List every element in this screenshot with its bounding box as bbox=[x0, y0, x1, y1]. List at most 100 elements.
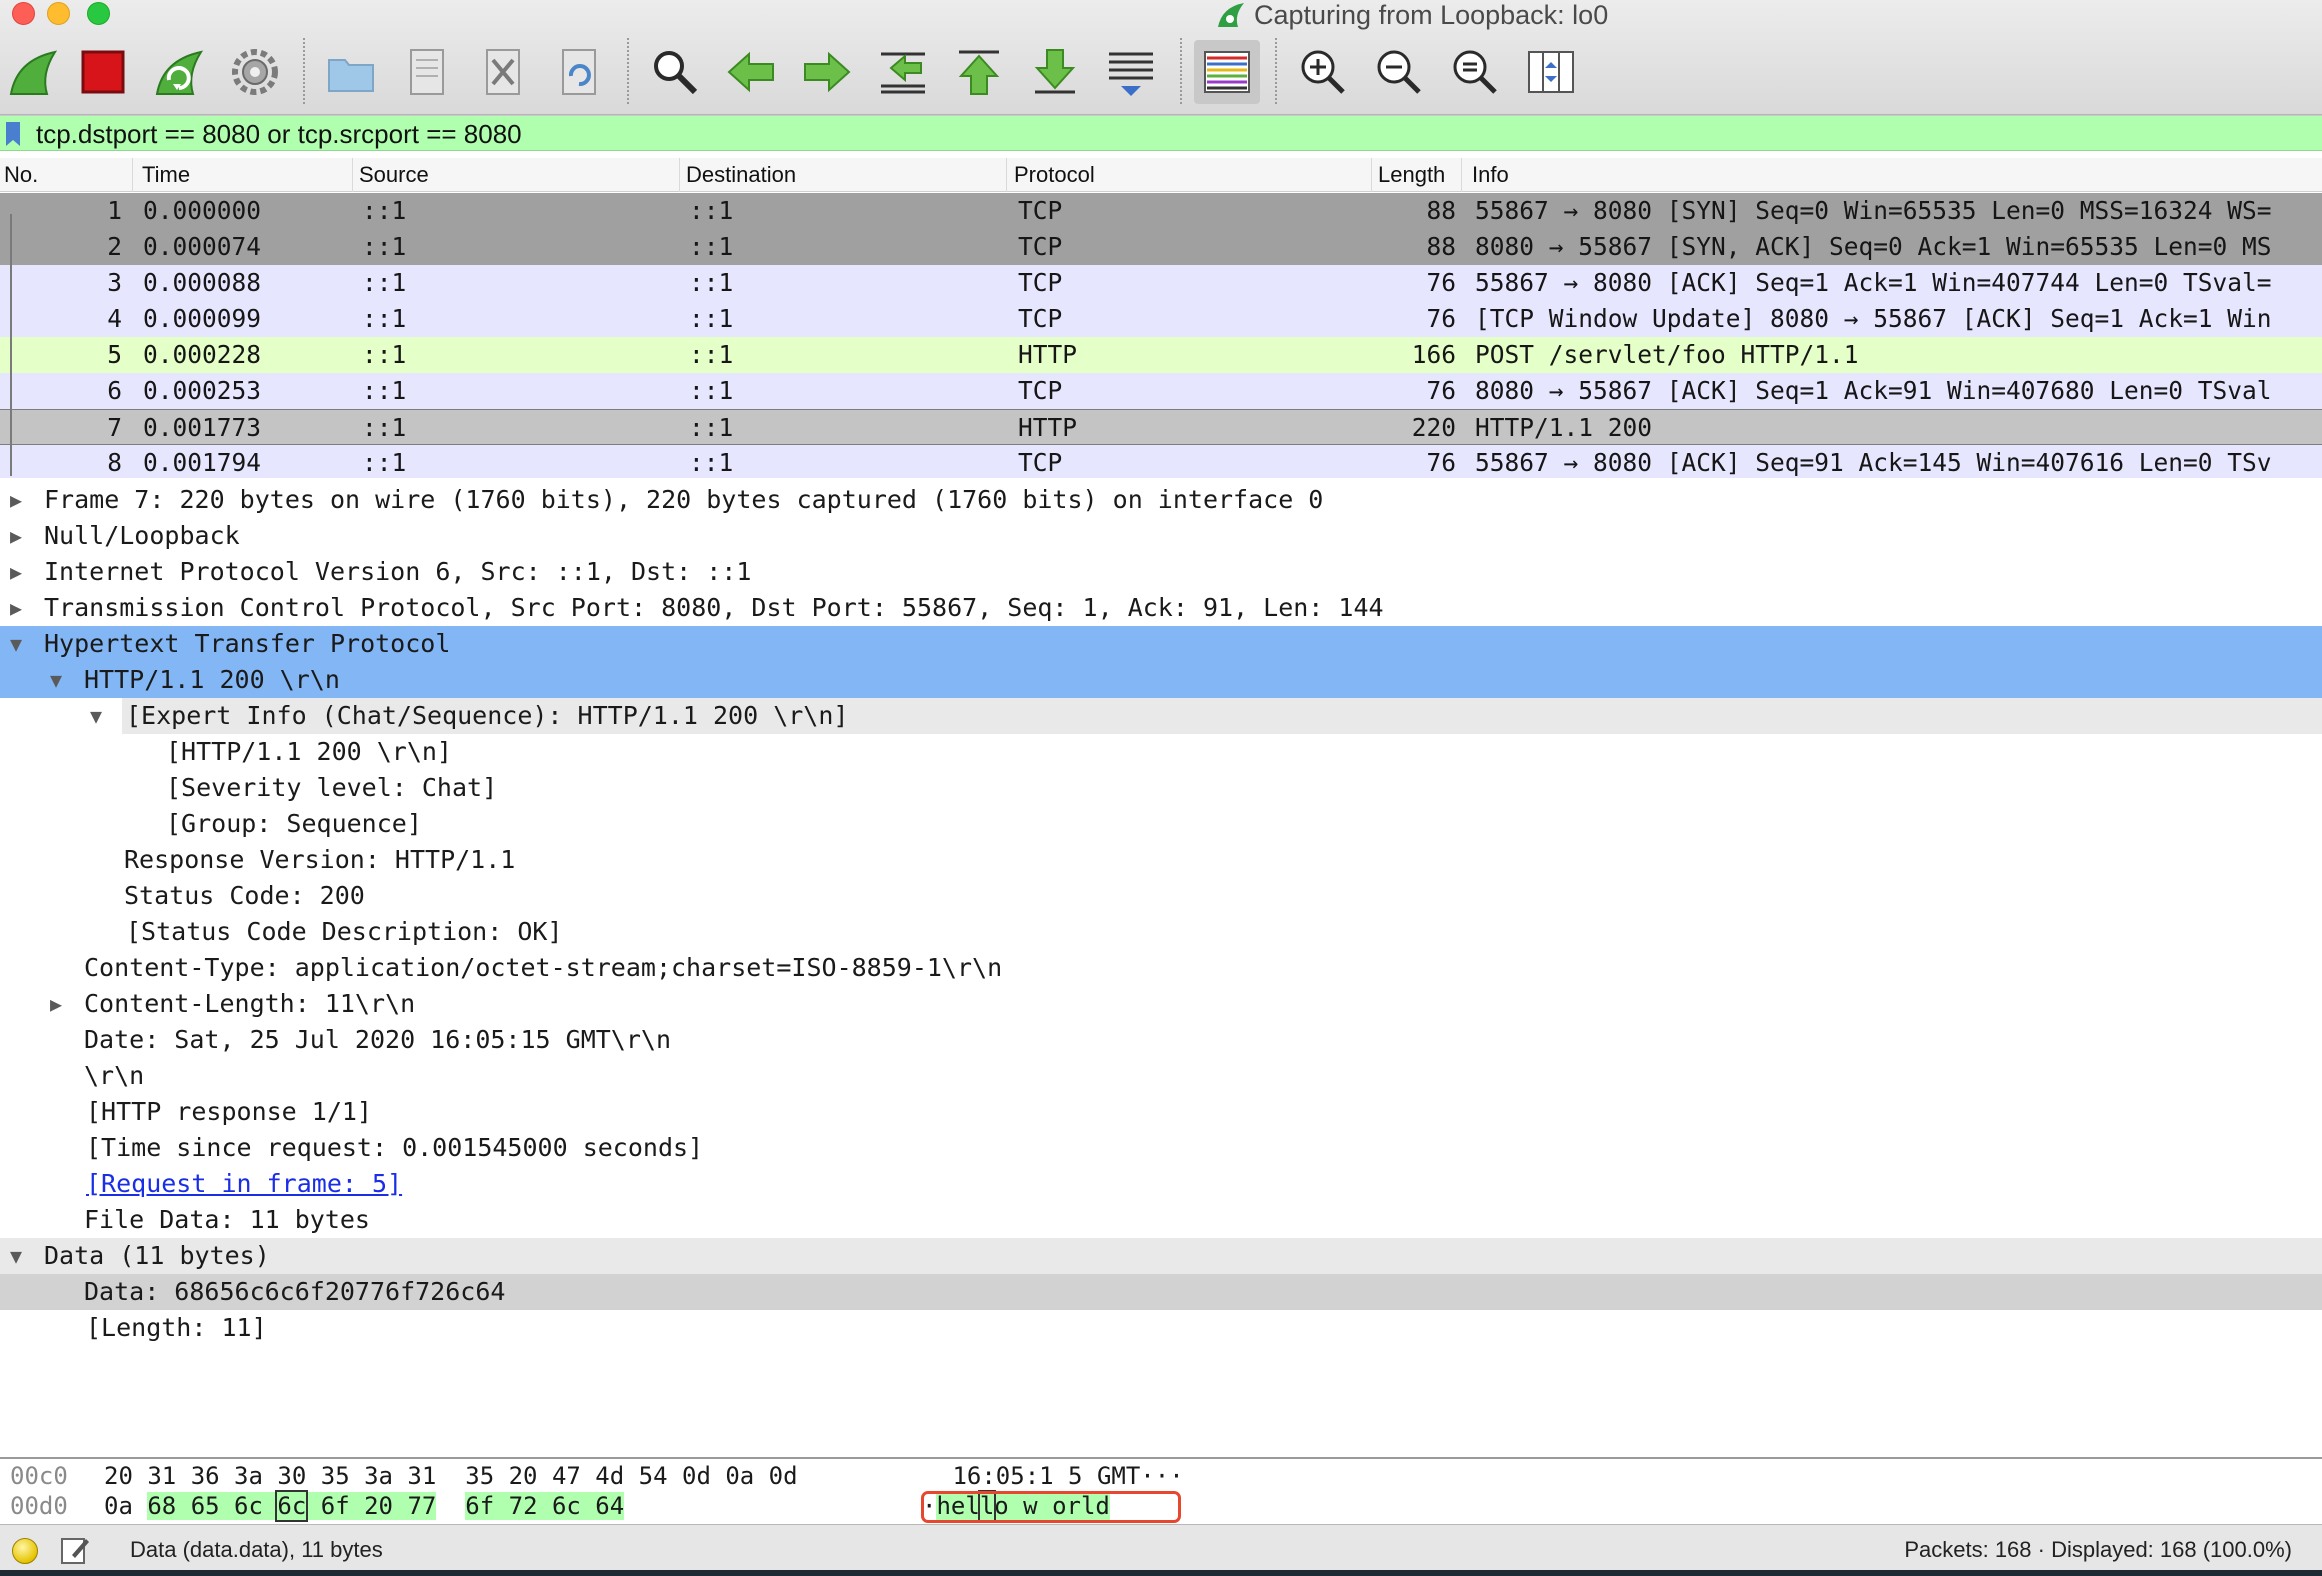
tree-item-status-description[interactable]: [Status Code Description: OK] bbox=[0, 914, 2322, 950]
expand-triangle-icon[interactable]: ▶ bbox=[6, 482, 26, 518]
tree-item-label: Response Version: HTTP/1.1 bbox=[124, 845, 516, 874]
column-header-destination[interactable]: Destination bbox=[682, 158, 1007, 192]
tree-item-null-loopback[interactable]: ▶ Null/Loopback bbox=[0, 518, 2322, 554]
go-to-packet-button[interactable] bbox=[870, 40, 936, 104]
close-window-button[interactable] bbox=[12, 2, 35, 25]
minimize-window-button[interactable] bbox=[47, 2, 70, 25]
column-header-no[interactable]: No. bbox=[0, 158, 133, 192]
start-capture-button[interactable] bbox=[0, 40, 66, 104]
bytes-hex-selected: 6f 20 77 bbox=[306, 1492, 437, 1520]
tree-item-label: [Severity level: Chat] bbox=[166, 773, 498, 802]
expert-info-led-icon[interactable] bbox=[12, 1538, 38, 1564]
autoscroll-button[interactable] bbox=[1098, 40, 1164, 104]
status-packet-count: Packets: 168 · Displayed: 168 (100.0%) bbox=[1904, 1537, 2292, 1562]
packet-row[interactable]: 1 0.000000 ::1 ::1 TCP 88 55867 → 8080 [… bbox=[0, 193, 2322, 229]
tree-item-data-length[interactable]: [Length: 11] bbox=[0, 1310, 2322, 1346]
tree-item-expert-message[interactable]: [HTTP/1.1 200 \r\n] bbox=[0, 734, 2322, 770]
zoom-normal-button[interactable] bbox=[1442, 40, 1508, 104]
capture-comment-icon[interactable] bbox=[60, 1535, 90, 1565]
zoom-window-button[interactable] bbox=[87, 2, 110, 25]
collapse-triangle-icon[interactable]: ▼ bbox=[6, 626, 26, 662]
bytes-row[interactable]: 00c0 20 31 36 3a 30 35 3a 31 35 20 47 4d… bbox=[0, 1461, 2322, 1491]
tree-item-data[interactable]: ▼ Data (11 bytes) bbox=[0, 1238, 2322, 1274]
tree-item-time-since-request[interactable]: [Time since request: 0.001545000 seconds… bbox=[0, 1130, 2322, 1166]
close-file-button[interactable] bbox=[470, 40, 536, 104]
zoom-in-button[interactable] bbox=[1290, 40, 1356, 104]
tree-item-http[interactable]: ▼ Hypertext Transfer Protocol bbox=[0, 626, 2322, 662]
column-header-protocol[interactable]: Protocol bbox=[1010, 158, 1372, 192]
colorize-button[interactable] bbox=[1194, 40, 1260, 104]
bytes-hex-selected: 68 65 6c bbox=[147, 1492, 278, 1520]
wireshark-fin-icon bbox=[1218, 3, 1244, 27]
zoom-out-button[interactable] bbox=[1366, 40, 1432, 104]
tree-item-request-in-frame[interactable]: [Request in frame: 5] bbox=[0, 1166, 2322, 1202]
find-packet-button[interactable] bbox=[642, 40, 708, 104]
tree-item-expert-info[interactable]: ▼ [Expert Info (Chat/Sequence): HTTP/1.1… bbox=[0, 698, 2322, 734]
bytes-hex-plain: 0a bbox=[104, 1492, 148, 1520]
column-header-source[interactable]: Source bbox=[355, 158, 680, 192]
collapse-triangle-icon[interactable]: ▼ bbox=[46, 662, 66, 698]
go-back-button[interactable] bbox=[718, 40, 784, 104]
packet-row[interactable]: 6 0.000253 ::1 ::1 TCP 76 8080 → 55867 [… bbox=[0, 373, 2322, 409]
expand-triangle-icon[interactable]: ▶ bbox=[6, 518, 26, 554]
restart-capture-button[interactable] bbox=[146, 40, 212, 104]
open-file-button[interactable] bbox=[318, 40, 384, 104]
packet-list-header: No. Time Source Destination Protocol Len… bbox=[0, 158, 2322, 192]
tree-item-status-code[interactable]: Status Code: 200 bbox=[0, 878, 2322, 914]
packet-no: 4 bbox=[107, 304, 122, 333]
tree-item-label: [Group: Sequence] bbox=[166, 809, 422, 838]
packet-row-selected[interactable]: 7 0.001773 ::1 ::1 HTTP 220 HTTP/1.1 200 bbox=[0, 409, 2322, 445]
column-header-length[interactable]: Length bbox=[1374, 158, 1462, 192]
tree-item-ipv6[interactable]: ▶ Internet Protocol Version 6, Src: ::1,… bbox=[0, 554, 2322, 590]
tree-item-content-length[interactable]: ▶ Content-Length: 11\r\n bbox=[0, 986, 2322, 1022]
packet-row[interactable]: 4 0.000099 ::1 ::1 TCP 76 [TCP Window Up… bbox=[0, 301, 2322, 337]
toolbar-separator bbox=[1180, 38, 1182, 104]
window-title-text: Capturing from Loopback: lo0 bbox=[1254, 0, 1609, 30]
expand-triangle-icon[interactable]: ▶ bbox=[6, 590, 26, 626]
tree-item-date[interactable]: Date: Sat, 25 Jul 2020 16:05:15 GMT\r\n bbox=[0, 1022, 2322, 1058]
packet-destination: ::1 bbox=[689, 232, 734, 261]
tree-item-http-response[interactable]: [HTTP response 1/1] bbox=[0, 1094, 2322, 1130]
resize-columns-button[interactable] bbox=[1518, 40, 1584, 104]
packet-length: 76 bbox=[1426, 448, 1456, 477]
packet-row[interactable]: 3 0.000088 ::1 ::1 TCP 76 55867 → 8080 [… bbox=[0, 265, 2322, 301]
column-header-time[interactable]: Time bbox=[138, 158, 353, 192]
packet-row[interactable]: 8 0.001794 ::1 ::1 TCP 76 55867 → 8080 [… bbox=[0, 445, 2322, 478]
expand-triangle-icon[interactable]: ▶ bbox=[6, 554, 26, 590]
packet-row[interactable]: 5 0.000228 ::1 ::1 HTTP 166 POST /servle… bbox=[0, 337, 2322, 373]
tree-item-group[interactable]: [Group: Sequence] bbox=[0, 806, 2322, 842]
tree-item-label: Null/Loopback bbox=[44, 521, 240, 550]
stop-capture-button[interactable] bbox=[70, 40, 136, 104]
tree-item-frame[interactable]: ▶ Frame 7: 220 bytes on wire (1760 bits)… bbox=[0, 482, 2322, 518]
save-file-icon bbox=[410, 49, 444, 95]
capture-options-button[interactable] bbox=[222, 40, 288, 104]
column-header-info[interactable]: Info bbox=[1468, 158, 2322, 192]
tree-item-label: Frame 7: 220 bytes on wire (1760 bits), … bbox=[44, 485, 1324, 514]
zoom-normal-icon bbox=[1453, 50, 1497, 94]
display-filter-input[interactable] bbox=[36, 116, 2306, 152]
packet-protocol: TCP bbox=[1018, 376, 1063, 405]
packet-row[interactable]: 2 0.000074 ::1 ::1 TCP 88 8080 → 55867 [… bbox=[0, 229, 2322, 265]
tree-item-response-version[interactable]: Response Version: HTTP/1.1 bbox=[0, 842, 2322, 878]
tree-item-label: [Status Code Description: OK] bbox=[126, 917, 563, 946]
tree-item-http-status-line[interactable]: ▼ HTTP/1.1 200 \r\n bbox=[0, 662, 2322, 698]
tree-item-file-data[interactable]: File Data: 11 bytes bbox=[0, 1202, 2322, 1238]
reload-file-button[interactable] bbox=[546, 40, 612, 104]
window-title: Capturing from Loopback: lo0 bbox=[1216, 0, 1608, 30]
go-forward-button[interactable] bbox=[794, 40, 860, 104]
packet-no: 3 bbox=[107, 268, 122, 297]
request-in-frame-link[interactable]: [Request in frame: 5] bbox=[86, 1166, 402, 1202]
tree-item-data-value[interactable]: Data: 68656c6c6f20776f726c64 bbox=[0, 1274, 2322, 1310]
tree-item-tcp[interactable]: ▶ Transmission Control Protocol, Src Por… bbox=[0, 590, 2322, 626]
collapse-triangle-icon[interactable]: ▼ bbox=[86, 698, 106, 734]
packet-source: ::1 bbox=[362, 340, 407, 369]
tree-item-crlf[interactable]: \r\n bbox=[0, 1058, 2322, 1094]
last-packet-button[interactable] bbox=[1022, 40, 1088, 104]
expand-triangle-icon[interactable]: ▶ bbox=[46, 986, 66, 1022]
bookmark-icon[interactable] bbox=[6, 122, 20, 146]
tree-item-severity[interactable]: [Severity level: Chat] bbox=[0, 770, 2322, 806]
collapse-triangle-icon[interactable]: ▼ bbox=[6, 1238, 26, 1274]
first-packet-button[interactable] bbox=[946, 40, 1012, 104]
tree-item-content-type[interactable]: Content-Type: application/octet-stream;c… bbox=[0, 950, 2322, 986]
save-file-button[interactable] bbox=[394, 40, 460, 104]
